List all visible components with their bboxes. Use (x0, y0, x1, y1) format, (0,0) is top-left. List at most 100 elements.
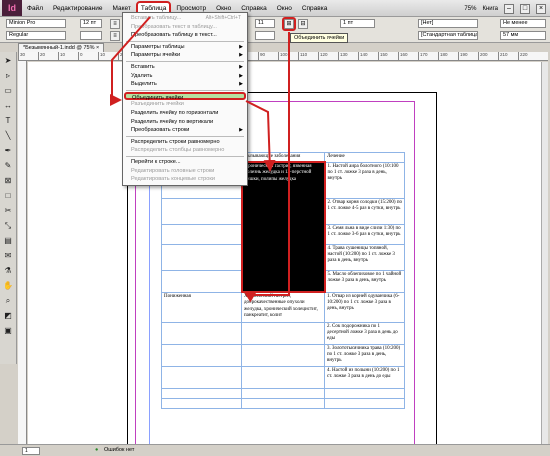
table-menu-item[interactable]: Редактировать головные строки (123, 167, 247, 176)
table-cell[interactable]: 4. Трава сушеницы топяной, настой (10:20… (324, 243, 405, 271)
table-cell[interactable]: 2. Отвар корня солодки (15:200) по 1 ст.… (324, 197, 405, 225)
table-cell[interactable]: 3. Семя льна в виде слизи 1:30) по 1 ст.… (324, 223, 405, 245)
table-cell[interactable] (161, 397, 242, 409)
minimize-icon[interactable]: – (504, 3, 514, 14)
menu-file[interactable]: Файл (22, 0, 48, 17)
scissors-tool-icon[interactable]: ✂ (2, 204, 15, 217)
table-cell[interactable] (241, 397, 325, 409)
table-menu-item[interactable]: Преобразовать таблицу в текст... (123, 31, 247, 40)
leading-field[interactable] (80, 31, 102, 40)
align-center-icon[interactable]: ≡ (110, 31, 120, 41)
table-cell[interactable]: 5. Масло облепиховое по 1 чайной ложке 3… (324, 269, 405, 293)
table-menu-item[interactable]: Параметры ячейки ▶ (123, 51, 247, 60)
submenu-arrow-icon: ▶ (239, 63, 243, 70)
unmerge-cells-icon[interactable]: ⊟ (298, 19, 308, 29)
table-menu-item[interactable]: Параметры таблицы ▶ (123, 43, 247, 52)
view-mode-icon[interactable]: ▣ (2, 324, 15, 337)
table-cell[interactable] (241, 387, 325, 399)
page-number-field[interactable]: 1 (22, 447, 40, 455)
hand-tool-icon[interactable]: ✋ (2, 279, 15, 292)
line-tool-icon[interactable]: ╲ (2, 129, 15, 142)
gradient-tool-icon[interactable]: ▤ (2, 234, 15, 247)
table-cell[interactable] (324, 397, 405, 409)
vertical-ruler[interactable] (18, 61, 27, 444)
table-menu-item[interactable]: Разделить ячейку по горизонтали (123, 109, 247, 118)
type-tool-icon[interactable]: T (2, 114, 15, 127)
table-cell[interactable] (161, 197, 242, 225)
rows-field[interactable]: 11 (255, 19, 275, 28)
table-menu-item[interactable]: Удалить ▶ (123, 72, 247, 81)
table-cell[interactable]: 4. Настой из полыни (10:200) по 1 ст. ло… (324, 365, 405, 389)
table-cell[interactable] (161, 387, 242, 399)
note-tool-icon[interactable]: ✉ (2, 249, 15, 262)
menu-edit[interactable]: Редактирование (48, 0, 108, 17)
document-canvas[interactable]: Вызывающие заболевания Лечение Хроническ… (28, 62, 548, 444)
stroke-weight-field[interactable]: 1 пт (340, 19, 375, 28)
row-height-mode[interactable]: Не менее (500, 19, 546, 28)
maximize-icon[interactable]: □ (520, 3, 530, 14)
table-cell[interactable] (161, 243, 242, 271)
cell-style-field[interactable]: [Нет] (418, 19, 478, 28)
menu-item-merge-cells[interactable]: Объединить ячейки (124, 91, 246, 101)
table-cell[interactable]: 2. Сок подорожника по 1 десертной ложке … (324, 321, 405, 345)
data-table[interactable]: Вызывающие заболевания Лечение Хроническ… (161, 152, 405, 409)
document-tab[interactable]: *Безымянный-1.indd @ 75% × (18, 43, 105, 52)
font-size-field[interactable]: 12 пт (80, 19, 102, 28)
table-header-cell[interactable]: Лечение (324, 152, 405, 163)
table-menu-item[interactable]: Разделить ячейку по вертикали (123, 118, 247, 127)
transform-tool-icon[interactable]: ⤡ (2, 219, 15, 232)
table-menu-item[interactable]: Разъединить ячейки (123, 100, 247, 109)
zoom-level[interactable]: 75% (464, 6, 476, 12)
pen-tool-icon[interactable]: ✒ (2, 144, 15, 157)
table-header-cell[interactable]: Вызывающие заболевания (241, 152, 325, 163)
selection-tool-icon[interactable]: ➤ (2, 54, 15, 67)
table-menu-item[interactable]: Вставить таблицу... Alt+Shift+Ctrl+T (123, 14, 247, 23)
table-menu-item[interactable]: Преобразовать строки ▶ (123, 126, 247, 135)
selected-cell[interactable]: Хронический гастрит, язвенная болезнь же… (240, 161, 326, 294)
font-family-field[interactable]: Minion Pro (6, 19, 66, 28)
table-cell[interactable] (161, 321, 242, 345)
horizontal-ruler[interactable]: 3020100102030405060708090100110120130140… (18, 52, 548, 61)
table-cell[interactable] (324, 387, 405, 399)
columns-field[interactable] (255, 31, 275, 40)
table-cell[interactable] (161, 343, 242, 367)
gap-tool-icon[interactable]: ↔ (2, 99, 15, 112)
table-cell[interactable] (241, 365, 325, 389)
page-tool-icon[interactable]: ▭ (2, 84, 15, 97)
menu-window-2[interactable]: Окно (272, 0, 297, 17)
eyedropper-tool-icon[interactable]: ⚗ (2, 264, 15, 277)
table-cell[interactable]: 3. Золототысячника трава (10:200) по 1 с… (324, 343, 405, 367)
table-menu-item[interactable]: Выделить ▶ (123, 80, 247, 89)
table-cell[interactable] (241, 321, 325, 345)
table-cell[interactable]: Хронический гастрит, доброкачественные о… (241, 291, 325, 323)
row-height-field[interactable]: 57 мм (500, 31, 546, 40)
close-icon[interactable]: × (536, 3, 546, 14)
preflight-status[interactable]: Ошибок нет (104, 445, 134, 456)
table-cell[interactable] (161, 223, 242, 245)
frame-tool-icon[interactable]: ⊠ (2, 174, 15, 187)
vertical-scrollbar[interactable] (541, 62, 548, 444)
table-cell[interactable] (161, 365, 242, 389)
table-cell[interactable] (161, 269, 242, 293)
zoom-tool-icon[interactable]: ⌕ (2, 294, 15, 307)
font-style-field[interactable]: Regular (6, 31, 66, 40)
direct-selection-tool-icon[interactable]: ▹ (2, 69, 15, 82)
workspace-switcher[interactable]: Книга (482, 6, 498, 12)
rectangle-tool-icon[interactable]: □ (2, 189, 15, 202)
table-menu-item[interactable]: Вставить ▶ (123, 63, 247, 72)
table-menu-item[interactable]: Распределить столбцы равномерно (123, 146, 247, 155)
table-cell[interactable]: 1. Настой аира болотного (10:100 по 1 ст… (324, 161, 405, 199)
table-cell[interactable]: Пониженная (161, 291, 242, 323)
table-menu-item[interactable]: Перейти к строке... (123, 158, 247, 167)
table-menu-item[interactable]: Редактировать концевые строки (123, 175, 247, 184)
align-left-icon[interactable]: ≡ (110, 19, 120, 29)
table-cell[interactable]: 1. Отвар из корней одуванчика (6-10:200)… (324, 291, 405, 323)
menu-help-2[interactable]: Справка (297, 0, 333, 17)
table-menu-item[interactable]: Преобразовать текст в таблицу... (123, 23, 247, 32)
fill-stroke-icon[interactable]: ◩ (2, 309, 15, 322)
submenu-arrow-icon: ▶ (239, 127, 243, 134)
table-menu-item[interactable]: Распределить строки равномерно (123, 138, 247, 147)
table-style-field[interactable]: [Стандартная таблица] (418, 31, 478, 40)
table-cell[interactable] (241, 343, 325, 367)
pencil-tool-icon[interactable]: ✎ (2, 159, 15, 172)
